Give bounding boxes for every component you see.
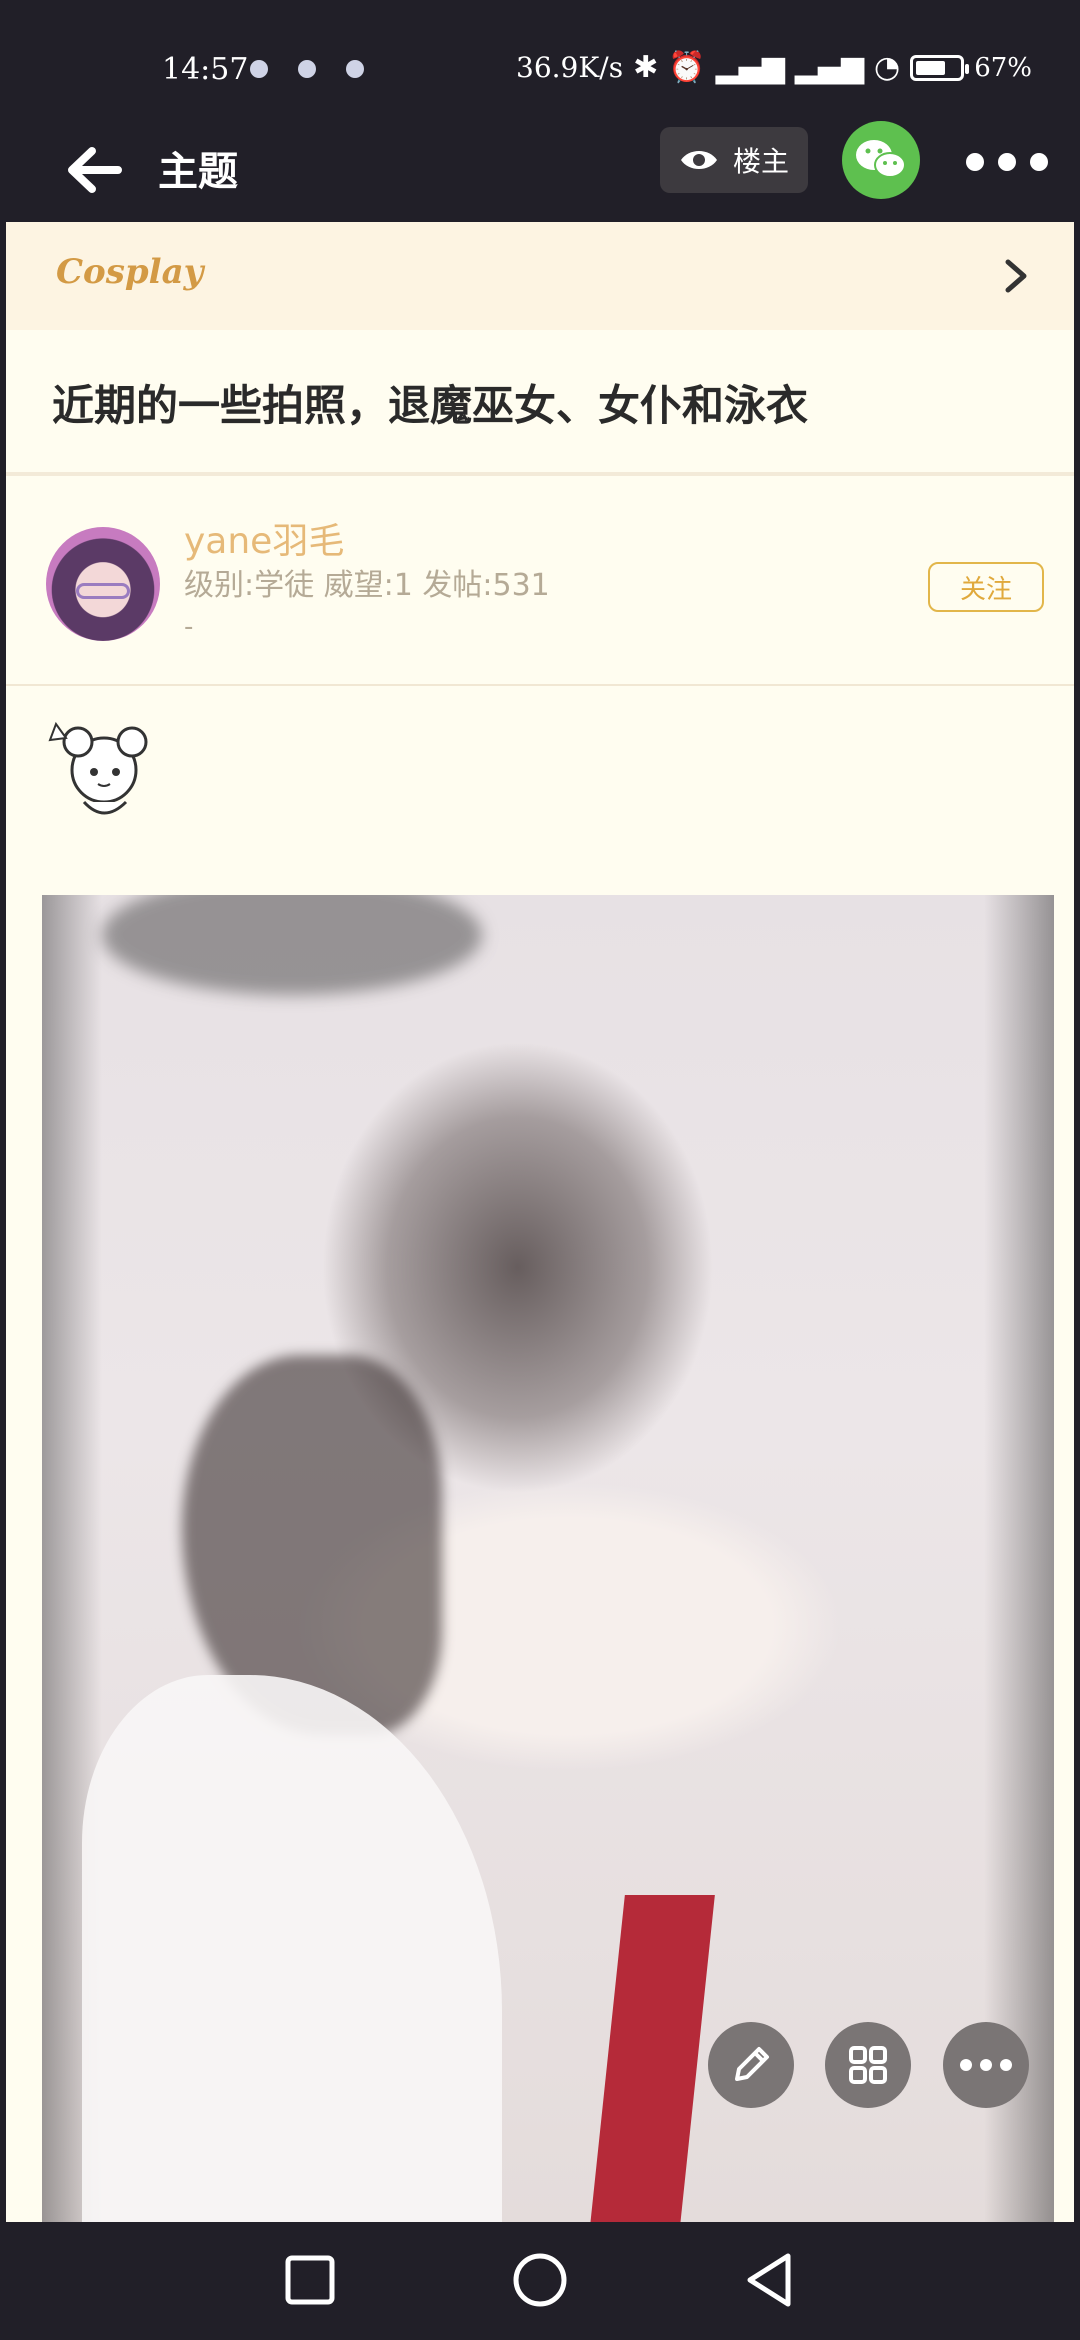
- back-arrow-icon[interactable]: [60, 135, 130, 205]
- notification-icon: [298, 60, 316, 78]
- status-bar: 14:57 36.9K/s ✱ ⏰ ▂▄▆ ▂▄▆ ◔ 67%: [0, 0, 1080, 125]
- forum-name: Cosplay: [56, 252, 204, 292]
- battery-icon: [910, 54, 970, 81]
- alarm-icon: ⏰: [668, 50, 706, 85]
- more-actions-button[interactable]: [943, 2022, 1029, 2108]
- post-photo[interactable]: [42, 895, 1054, 2222]
- notification-icon: [250, 60, 268, 78]
- more-options-icon[interactable]: [966, 153, 1048, 171]
- signal-icon: ▂▄▆: [715, 50, 785, 85]
- wifi-icon: ◔: [874, 50, 901, 85]
- forum-link[interactable]: Cosplay: [6, 222, 1074, 330]
- notification-icons: [250, 60, 364, 78]
- status-right: 36.9K/s ✱ ⏰ ▂▄▆ ▂▄▆ ◔ 67%: [516, 50, 1032, 85]
- owner-label: 楼主: [732, 145, 789, 178]
- chevron-right-icon: [1005, 259, 1027, 293]
- wechat-icon: [856, 140, 906, 178]
- battery-percent: 67%: [974, 52, 1032, 83]
- follow-button[interactable]: 关注: [928, 562, 1044, 612]
- eye-icon: [680, 151, 717, 169]
- sticker-image: [48, 721, 148, 815]
- bluetooth-icon: ✱: [633, 50, 659, 85]
- pencil-icon: [735, 2047, 769, 2081]
- signal-icon: ▂▄▆: [794, 50, 865, 85]
- system-nav-bar: [0, 2222, 1080, 2340]
- app-bar: 主题 楼主: [0, 121, 1080, 222]
- net-speed: 36.9K/s: [516, 51, 624, 84]
- author-name[interactable]: yane羽毛: [184, 512, 344, 564]
- wechat-share-button[interactable]: [842, 121, 920, 199]
- avatar[interactable]: [46, 527, 160, 641]
- author-signature: -: [184, 612, 194, 642]
- post-title: 近期的一些拍照，退魔巫女、女仆和泳衣: [52, 381, 809, 430]
- divider: [6, 684, 1074, 686]
- back-triangle-icon[interactable]: [740, 2250, 800, 2310]
- recents-square-icon[interactable]: [280, 2250, 340, 2310]
- post-content: Cosplay 近期的一些拍照，退魔巫女、女仆和泳衣 yane羽毛 级别:学徒 …: [6, 222, 1074, 2222]
- grid-view-button[interactable]: [825, 2022, 911, 2108]
- more-horizontal-icon: [960, 2059, 1012, 2071]
- grid-icon: [849, 2046, 887, 2084]
- home-circle-icon[interactable]: [510, 2250, 570, 2310]
- status-time: 14:57: [162, 52, 249, 87]
- page-title: 主题: [158, 149, 238, 195]
- divider: [6, 472, 1074, 476]
- view-owner-only-button[interactable]: 楼主: [660, 127, 808, 193]
- notification-icon: [346, 60, 364, 78]
- author-info: 级别:学徒 威望:1 发帖:531: [184, 568, 550, 603]
- edit-button[interactable]: [708, 2022, 794, 2108]
